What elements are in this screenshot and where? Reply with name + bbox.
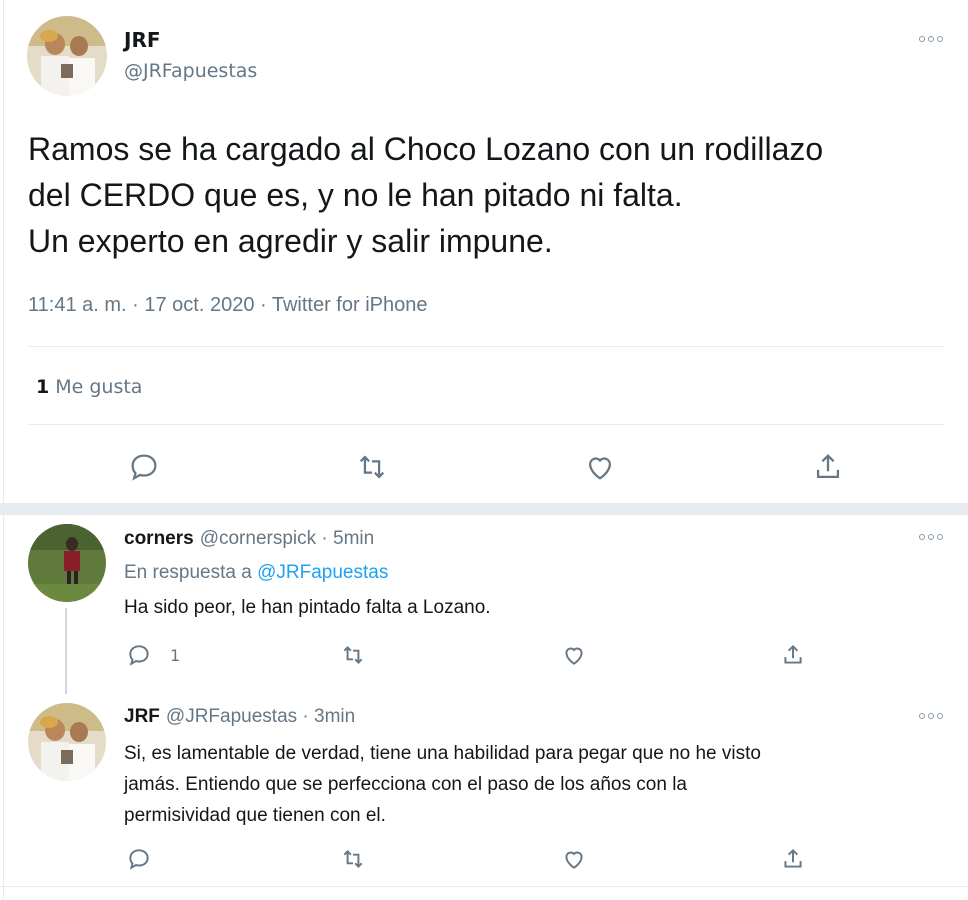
- reply-time[interactable]: · 5min: [321, 528, 374, 549]
- in-reply-to: En respuesta a @JRFapuestas: [124, 562, 388, 584]
- tweet-text: Ramos se ha cargado al Choco Lozano con …: [28, 126, 948, 264]
- more-options-icon[interactable]: [919, 711, 945, 721]
- reply-text-line: Si, es lamentable de verdad, tiene una h…: [124, 743, 761, 764]
- reply-prefix: En respuesta a: [124, 562, 252, 583]
- author-handle[interactable]: @cornerspick: [200, 528, 316, 549]
- reply-text: Ha sido peor, le han pintado falta a Loz…: [124, 592, 491, 623]
- reply-to-link[interactable]: @JRFapuestas: [257, 562, 388, 583]
- author-handle[interactable]: @JRFapuestas: [124, 60, 257, 82]
- reply-header: corners @cornerspick · 5min: [124, 528, 374, 550]
- thread-connector: [65, 608, 67, 694]
- tweet-text-line: Ramos se ha cargado al Choco Lozano con …: [28, 131, 824, 167]
- reply-header: JRF @JRFapuestas · 3min: [124, 706, 355, 728]
- avatar[interactable]: [28, 703, 106, 781]
- retweet-icon[interactable]: [340, 642, 366, 668]
- reply-icon[interactable]: [127, 450, 161, 484]
- share-icon[interactable]: [811, 450, 845, 484]
- likes-summary[interactable]: 1 Me gusta: [36, 376, 142, 398]
- tweet-timestamp[interactable]: 11:41 a. m. · 17 oct. 2020 · Twitter for…: [28, 294, 427, 317]
- like-icon[interactable]: [561, 642, 587, 668]
- separator: [28, 424, 944, 425]
- likes-label: Me gusta: [55, 376, 143, 398]
- likes-count: 1: [36, 376, 50, 398]
- share-icon[interactable]: [780, 846, 806, 872]
- author-name[interactable]: JRF: [124, 706, 160, 727]
- avatar-photo-icon: [27, 16, 107, 96]
- avatar-photo-icon: [28, 524, 106, 602]
- tweet-text-line: del CERDO que es, y no le han pitado ni …: [28, 177, 683, 213]
- author-name[interactable]: JRF: [124, 28, 161, 52]
- separator: [28, 346, 944, 347]
- tweet-thread: JRF @JRFapuestas Ramos se ha cargado al …: [0, 0, 968, 900]
- main-tweet: JRF @JRFapuestas Ramos se ha cargado al …: [0, 0, 968, 503]
- avatar-photo-icon: [28, 703, 106, 781]
- more-options-icon[interactable]: [919, 532, 945, 542]
- reply-icon[interactable]: [126, 846, 152, 872]
- like-icon[interactable]: [561, 846, 587, 872]
- author-handle[interactable]: @JRFapuestas: [166, 706, 297, 727]
- avatar[interactable]: [28, 524, 106, 602]
- share-icon[interactable]: [780, 642, 806, 668]
- reply-text: Si, es lamentable de verdad, tiene una h…: [124, 738, 761, 831]
- more-options-icon[interactable]: [919, 34, 945, 44]
- reply-icon[interactable]: [126, 642, 152, 668]
- reply-text-line: Ha sido peor, le han pintado falta a Loz…: [124, 597, 491, 618]
- retweet-icon[interactable]: [340, 846, 366, 872]
- reply-time[interactable]: · 3min: [302, 706, 355, 727]
- bottom-border: [0, 886, 968, 887]
- tweet-text-line: Un experto en agredir y salir impune.: [28, 223, 553, 259]
- avatar[interactable]: [27, 16, 107, 96]
- retweet-icon[interactable]: [355, 450, 389, 484]
- author-name[interactable]: corners: [124, 528, 194, 549]
- reply-text-line: permisividad que tienen con el.: [124, 805, 386, 826]
- like-icon[interactable]: [583, 450, 617, 484]
- section-divider: [0, 503, 968, 515]
- reply-text-line: jamás. Entiendo que se perfecciona con e…: [124, 774, 687, 795]
- reply-count: 1: [170, 646, 181, 665]
